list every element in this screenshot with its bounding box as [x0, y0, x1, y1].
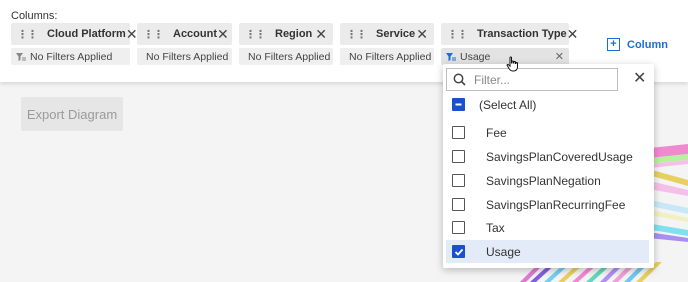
column-chip[interactable]: ⋮⋮ Service ✕: [340, 23, 434, 45]
filter-status: No Filters Applied: [30, 50, 113, 63]
hand-cursor-icon: [506, 56, 518, 72]
column-chip[interactable]: ⋮⋮ Region ✕: [239, 23, 333, 45]
search-icon: [453, 73, 466, 86]
column-chip[interactable]: ⋮⋮ Transaction Type ✕: [441, 23, 578, 45]
column-filter-button[interactable]: No Filters Applied: [11, 48, 130, 65]
remove-column-icon[interactable]: ✕: [416, 27, 428, 41]
column-service: ⋮⋮ Service ✕ No Filters Applied: [340, 23, 434, 65]
remove-column-icon[interactable]: ✕: [567, 27, 579, 41]
remove-column-icon[interactable]: ✕: [126, 27, 138, 41]
add-column-label: Column: [627, 38, 668, 51]
option-label: Tax: [486, 220, 505, 235]
drag-handle-icon[interactable]: ⋮⋮: [245, 28, 266, 41]
filter-search-input[interactable]: [472, 71, 606, 88]
column-filter-button[interactable]: Usage ✕: [441, 48, 569, 65]
list-item[interactable]: SavingsPlanNegation: [446, 169, 649, 192]
close-icon[interactable]: ✕: [633, 71, 646, 87]
option-label: SavingsPlanRecurringFee: [486, 197, 626, 212]
drag-handle-icon[interactable]: ⋮⋮: [143, 28, 164, 41]
filter-status: No Filters Applied: [248, 50, 331, 63]
remove-column-icon[interactable]: ✕: [315, 27, 327, 41]
remove-column-icon[interactable]: ✕: [217, 27, 229, 41]
list-item[interactable]: Tax: [446, 216, 649, 239]
column-label: Region: [275, 28, 313, 40]
select-all-label: (Select All): [479, 97, 537, 112]
filter-status: No Filters Applied: [146, 50, 229, 63]
checkbox-icon[interactable]: [452, 174, 465, 187]
column-chip[interactable]: ⋮⋮ Cloud Platform ✕: [11, 23, 138, 45]
filter-icon: [16, 52, 26, 61]
column-filter-button[interactable]: No Filters Applied: [340, 48, 434, 65]
option-label: Usage: [486, 244, 521, 259]
plus-icon: +: [607, 38, 620, 51]
checkbox-checked-icon[interactable]: [452, 245, 465, 258]
filter-search: [446, 68, 618, 91]
filter-status: No Filters Applied: [349, 50, 432, 63]
columns-label: Columns:: [11, 10, 58, 22]
column-region: ⋮⋮ Region ✕ No Filters Applied: [239, 23, 333, 65]
column-label: Account: [173, 28, 217, 40]
select-all-option[interactable]: (Select All): [446, 93, 649, 116]
column-label: Transaction Type: [477, 28, 567, 40]
drag-handle-icon[interactable]: ⋮⋮: [346, 28, 367, 41]
list-item[interactable]: SavingsPlanRecurringFee: [446, 193, 649, 216]
filter-active-icon: [446, 52, 456, 61]
checkbox-icon[interactable]: [452, 198, 465, 211]
column-transaction-type: ⋮⋮ Transaction Type ✕ Usage ✕: [441, 23, 578, 65]
list-item[interactable]: SavingsPlanCoveredUsage: [446, 145, 649, 168]
column-cloud-platform: ⋮⋮ Cloud Platform ✕ No Filters Applied: [11, 23, 138, 65]
checkbox-icon[interactable]: [452, 221, 465, 234]
column-chip[interactable]: ⋮⋮ Account ✕: [137, 23, 232, 45]
add-column-button[interactable]: + Column: [607, 38, 668, 51]
column-filter-button[interactable]: No Filters Applied: [137, 48, 232, 65]
list-item[interactable]: Usage: [446, 240, 649, 263]
column-label: Service: [376, 28, 416, 40]
export-diagram-button[interactable]: Export Diagram: [21, 97, 123, 131]
checkbox-indeterminate-icon[interactable]: [452, 98, 465, 111]
checkbox-icon[interactable]: [452, 126, 465, 139]
column-account: ⋮⋮ Account ✕ No Filters Applied: [137, 23, 232, 65]
drag-handle-icon[interactable]: ⋮⋮: [447, 28, 468, 41]
list-item[interactable]: Fee: [446, 121, 649, 144]
column-label: Cloud Platform: [47, 28, 126, 40]
clear-filter-icon[interactable]: ✕: [555, 50, 564, 63]
option-label: SavingsPlanNegation: [486, 173, 601, 188]
column-filter-button[interactable]: No Filters Applied: [239, 48, 333, 65]
drag-handle-icon[interactable]: ⋮⋮: [17, 28, 38, 41]
checkbox-icon[interactable]: [452, 150, 465, 163]
filter-dropdown: ✕ (Select All) Fee SavingsPlanCoveredUsa…: [443, 64, 654, 268]
option-label: Fee: [486, 125, 507, 140]
option-label: SavingsPlanCoveredUsage: [486, 149, 633, 164]
filter-status: Usage: [460, 50, 491, 63]
